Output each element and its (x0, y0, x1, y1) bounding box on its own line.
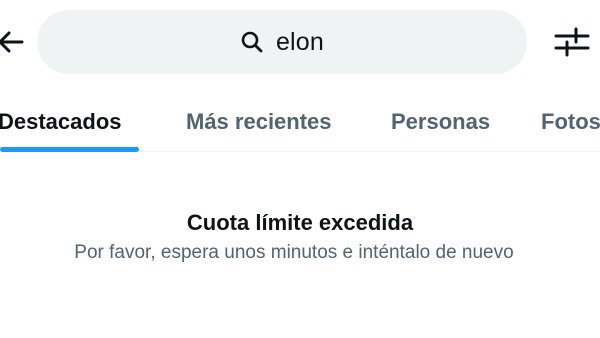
error-message: Cuota límite excedida Por favor, espera … (0, 208, 600, 267)
tab-label: Personas (391, 109, 491, 134)
sliders-icon (554, 27, 590, 57)
tab-destacados[interactable]: Destacados (0, 92, 122, 152)
search-icon (240, 29, 266, 55)
tab-label: Destacados (0, 109, 122, 134)
search-query-text: elon (275, 27, 325, 56)
tab-label: Fotos (541, 109, 600, 134)
search-settings-button[interactable] (552, 24, 592, 60)
tab-label: Más recientes (186, 109, 332, 134)
tab-mas-recientes[interactable]: Más recientes (186, 92, 332, 152)
tab-fotos[interactable]: Fotos (541, 92, 600, 152)
active-tab-indicator (0, 147, 139, 152)
error-subtitle: Por favor, espera unos minutos e inténta… (74, 242, 514, 263)
search-results-screen: elon Destacados Más recientes Personas F… (0, 0, 600, 338)
arrow-left-icon (0, 31, 24, 53)
back-button[interactable] (0, 24, 28, 60)
top-bar: elon (0, 0, 600, 92)
search-input[interactable]: elon (37, 10, 527, 74)
error-title: Cuota límite excedida (186, 210, 414, 235)
tab-personas[interactable]: Personas (391, 92, 490, 152)
tab-bar: Destacados Más recientes Personas Fotos (0, 92, 600, 152)
